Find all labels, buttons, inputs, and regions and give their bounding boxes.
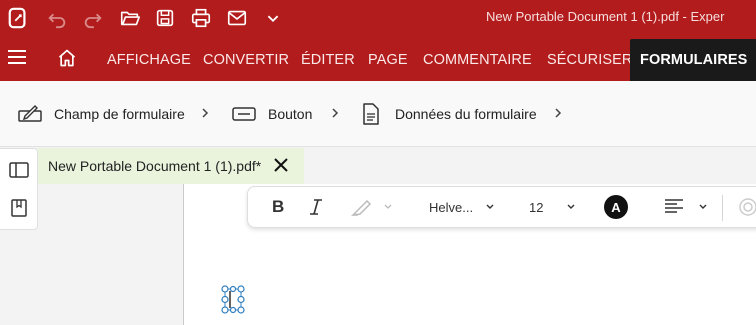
gray-margin	[38, 184, 184, 325]
menu-editer[interactable]: ÉDITER	[301, 36, 355, 81]
window-title: New Portable Document 1 (1).pdf - Exper	[486, 9, 725, 24]
bold-button[interactable]: B	[272, 187, 284, 227]
form-field-selection[interactable]	[221, 285, 245, 314]
form-data-button[interactable]: Données du formulaire	[362, 103, 537, 125]
title-bar: New Portable Document 1 (1).pdf - Exper	[0, 0, 756, 36]
bold-icon: B	[272, 197, 285, 216]
menu-commentaire[interactable]: COMMENTAIRE	[423, 36, 532, 81]
ribbon: Champ de formulaire Bouton Données du fo…	[0, 81, 756, 147]
menu-securiser[interactable]: SÉCURISER	[547, 36, 633, 81]
form-field-icon	[18, 105, 42, 122]
chevron-down-icon	[486, 204, 494, 209]
highlight-button[interactable]	[351, 187, 393, 227]
highlighter-icon	[351, 199, 372, 217]
font-size-value: 12	[529, 199, 544, 215]
hamburger-menu-icon[interactable]	[8, 50, 26, 66]
more-tools-button[interactable]	[738, 187, 756, 227]
menu-formulaires[interactable]: FORMULAIRES	[630, 39, 756, 81]
form-data-label: Données du formulaire	[395, 106, 537, 122]
side-panel	[0, 148, 38, 230]
home-icon[interactable]	[57, 48, 77, 68]
font-size-dropdown[interactable]: 12	[529, 187, 576, 227]
redo-icon[interactable]	[81, 6, 105, 30]
chevron-right-icon[interactable]	[330, 107, 340, 119]
format-toolbar: B Helve... 12 A	[247, 186, 756, 228]
chevron-down-icon	[567, 204, 575, 209]
print-icon[interactable]	[189, 6, 213, 30]
document-icon	[363, 103, 379, 125]
form-field-label: Champ de formulaire	[54, 106, 185, 122]
button-tool-icon	[232, 107, 256, 121]
menu-convertir[interactable]: CONVERTIR	[203, 36, 289, 81]
chevron-down-icon	[699, 204, 707, 209]
chevron-right-icon[interactable]	[553, 107, 563, 119]
target-icon	[739, 198, 756, 216]
mail-icon[interactable]	[225, 6, 249, 30]
font-value: Helve...	[429, 199, 474, 215]
bookmark-icon[interactable]	[9, 198, 29, 218]
document-tab-label: New Portable Document 1 (1).pdf*	[48, 158, 262, 174]
form-field-button[interactable]: Champ de formulaire	[18, 103, 185, 125]
menu-bar: AFFICHAGE CONVERTIR ÉDITER PAGE COMMENTA…	[0, 36, 756, 81]
italic-icon	[310, 199, 322, 215]
open-folder-icon[interactable]	[118, 6, 142, 30]
sidebar-toggle-icon[interactable]	[9, 160, 29, 180]
menu-page[interactable]: PAGE	[368, 36, 408, 81]
toolbar-separator	[722, 195, 723, 221]
button-tool-label: Bouton	[268, 106, 313, 122]
text-color-button[interactable]: A	[604, 187, 628, 227]
font-dropdown[interactable]: Helve...	[429, 187, 495, 227]
chevron-down-icon	[384, 204, 392, 209]
close-icon[interactable]	[273, 157, 289, 173]
chevron-right-icon[interactable]	[200, 107, 210, 119]
align-left-icon	[665, 199, 683, 213]
button-tool[interactable]: Bouton	[232, 103, 312, 125]
align-dropdown[interactable]	[664, 187, 708, 227]
save-icon[interactable]	[153, 6, 177, 30]
italic-button[interactable]	[308, 187, 324, 227]
chevron-down-icon[interactable]	[261, 6, 285, 30]
app-logo-icon[interactable]	[6, 6, 30, 30]
menu-affichage[interactable]: AFFICHAGE	[107, 36, 191, 81]
text-color-icon: A	[604, 195, 628, 219]
undo-icon[interactable]	[45, 6, 69, 30]
document-tab[interactable]: New Portable Document 1 (1).pdf*	[38, 148, 304, 184]
